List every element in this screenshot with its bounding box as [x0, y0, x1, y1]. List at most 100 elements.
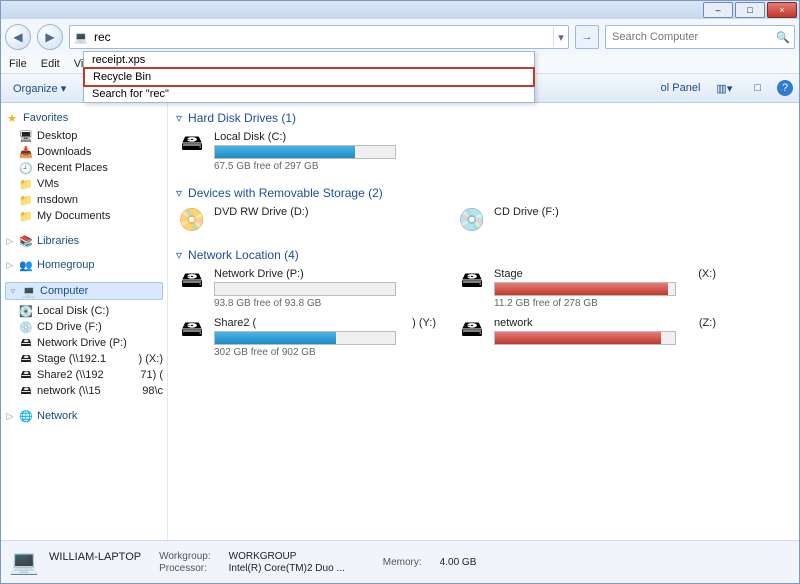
autocomplete-item[interactable]: Search for "rec" [84, 86, 534, 102]
group-header[interactable]: ▿ Network Location (4) [176, 248, 791, 262]
downloads-icon: 📥 [19, 145, 33, 159]
sidebar-item-label: Local Disk (C:) [37, 305, 109, 317]
drive-network-z[interactable]: 🖴 network(Z:) [456, 317, 716, 358]
address-autocomplete-dropdown: receipt.xps Recycle Bin Search for "rec" [83, 51, 535, 103]
cd-icon: 💿 [456, 206, 488, 234]
sidebar-homegroup-header[interactable]: ▷ 👥 Homegroup [5, 258, 163, 272]
netdrive-icon: 🖴 [456, 268, 488, 296]
drive-cd-f[interactable]: 💿 CD Drive (F:) [456, 206, 656, 234]
drive-subtitle: 11.2 GB free of 278 GB [494, 298, 716, 309]
sidebar-libraries-header[interactable]: ▷ 📚 Libraries [5, 234, 163, 248]
sidebar-item-recent-places[interactable]: 🕘Recent Places [5, 160, 163, 176]
sidebar-item-label: Network Drive (P:) [37, 337, 127, 349]
usage-bar [214, 331, 396, 345]
sidebar-network-section: ▷ 🌐 Network [5, 409, 163, 423]
drive-label: Stage [494, 268, 523, 280]
drive-share2-y[interactable]: 🖴 Share2 () (Y:) 302 GB free of 902 GB [176, 317, 436, 358]
chevron-right-icon[interactable]: ▷ [5, 411, 15, 421]
sidebar-item-label: Share2 (\\192 [37, 369, 104, 381]
sidebar-libraries-section: ▷ 📚 Libraries [5, 234, 163, 248]
netdrive-icon: 🖴 [19, 384, 33, 398]
sidebar-favorites-label: Favorites [23, 112, 68, 124]
sidebar-item-vms[interactable]: 📁 VMs [5, 176, 163, 192]
group-title: Hard Disk Drives (1) [188, 111, 296, 125]
sidebar-item-extra: 71) ( [140, 369, 163, 381]
preview-pane-button[interactable]: □ [748, 80, 767, 96]
autocomplete-item[interactable]: receipt.xps [84, 52, 534, 68]
group-header[interactable]: ▿ Hard Disk Drives (1) [176, 111, 791, 125]
drive-label-suffix: (X:) [698, 268, 716, 280]
sidebar-item-label: Downloads [37, 146, 91, 158]
sidebar-computer-header[interactable]: ▿ 💻 Computer [5, 282, 163, 300]
usage-bar [494, 282, 676, 296]
address-dropdown-icon[interactable]: ▾ [553, 27, 568, 47]
back-button[interactable]: ◀ [5, 24, 31, 50]
status-value: 4.00 GB [440, 557, 477, 568]
forward-button[interactable]: ▶ [37, 24, 63, 50]
libraries-icon: 📚 [19, 234, 33, 248]
chevron-down-icon[interactable]: ▿ [8, 286, 18, 296]
sidebar-item-label: network (\\15 [37, 385, 101, 397]
search-input[interactable] [610, 30, 776, 44]
address-input[interactable] [92, 27, 553, 47]
group-removable-storage: ▿ Devices with Removable Storage (2) 📀 D… [176, 186, 791, 234]
computer-icon: 💻 [22, 284, 36, 298]
folder-icon: 📁 [19, 177, 33, 191]
nav-row: ◀ ▶ 💻 ▾ → 🔍 [1, 19, 799, 55]
sidebar-network-header[interactable]: ▷ 🌐 Network [5, 409, 163, 423]
chevron-down-icon: ▿ [176, 111, 182, 125]
folder-icon: 📁 [19, 209, 33, 223]
titlebar: – □ × [1, 1, 799, 19]
usage-bar [494, 331, 676, 345]
help-button[interactable]: ? [777, 80, 793, 96]
sidebar-item-label: CD Drive (F:) [37, 321, 102, 333]
menu-edit[interactable]: Edit [41, 58, 60, 70]
sidebar-item-label: Homegroup [37, 259, 94, 271]
minimize-button[interactable]: – [703, 2, 733, 18]
group-header[interactable]: ▿ Devices with Removable Storage (2) [176, 186, 791, 200]
netdrive-icon: 🖴 [176, 317, 208, 345]
sidebar-item-extra: ) (X:) [139, 353, 163, 365]
sidebar-item-local-disk[interactable]: 💽 Local Disk (C:) [5, 303, 163, 319]
group-title: Network Location (4) [188, 248, 299, 262]
chevron-right-icon[interactable]: ▷ [5, 236, 15, 246]
drive-stage-x[interactable]: 🖴 Stage (X:) 11.2 GB free of 278 GB [456, 268, 716, 309]
status-value: WORKGROUP [229, 551, 345, 563]
drive-label: Local Disk (C:) [214, 131, 286, 143]
dvd-icon: 📀 [176, 206, 208, 234]
sidebar-item-label: My Documents [37, 210, 110, 222]
autocomplete-item[interactable]: Recycle Bin [83, 67, 535, 87]
chevron-right-icon[interactable]: ▷ [5, 260, 15, 270]
hdd-icon: 🖴 [176, 131, 208, 159]
go-button[interactable]: → [575, 25, 599, 49]
drive-label: Share2 ( [214, 317, 256, 329]
drive-dvd-rw-d[interactable]: 📀 DVD RW Drive (D:) [176, 206, 436, 234]
sidebar-item-my-documents[interactable]: 📁 My Documents [5, 208, 163, 224]
sidebar-item-label: Desktop [37, 130, 77, 142]
sidebar-item-downloads[interactable]: 📥 Downloads [5, 144, 163, 160]
sidebar-item-label: Network [37, 410, 77, 422]
maximize-button[interactable]: □ [735, 2, 765, 18]
sidebar-favorites-header[interactable]: ★ Favorites [5, 111, 163, 125]
disk-icon: 💽 [19, 304, 33, 318]
recent-icon: 🕘 [19, 161, 33, 175]
drive-network-p[interactable]: 🖴 Network Drive (P:) 93.8 GB free of 93.… [176, 268, 436, 309]
usage-bar [214, 282, 396, 296]
close-button[interactable]: × [767, 2, 797, 18]
drive-label: Network Drive (P:) [214, 268, 304, 280]
sidebar-item-network-z[interactable]: 🖴network (\\1598\c [5, 383, 163, 399]
menu-file[interactable]: File [9, 58, 27, 70]
drive-subtitle: 67.5 GB free of 297 GB [214, 161, 436, 172]
search-box[interactable]: 🔍 [605, 25, 795, 49]
address-bar[interactable]: 💻 ▾ [69, 25, 569, 49]
sidebar-item-msdown[interactable]: 📁msdown [5, 192, 163, 208]
netdrive-icon: 🖴 [176, 268, 208, 296]
drive-local-disk-c[interactable]: 🖴 Local Disk (C:) 67.5 GB free of 297 GB [176, 131, 436, 172]
computer-icon: 💻 [73, 29, 89, 45]
sidebar-homegroup-section: ▷ 👥 Homegroup [5, 258, 163, 272]
views-button[interactable]: ▥▾ [710, 80, 738, 97]
sidebar-item-desktop[interactable]: 🖥Desktop [5, 128, 163, 144]
sidebar-item-label: VMs [37, 178, 59, 190]
folder-icon: 📁 [19, 193, 33, 207]
organize-button[interactable]: Organize ▾ [7, 80, 72, 97]
